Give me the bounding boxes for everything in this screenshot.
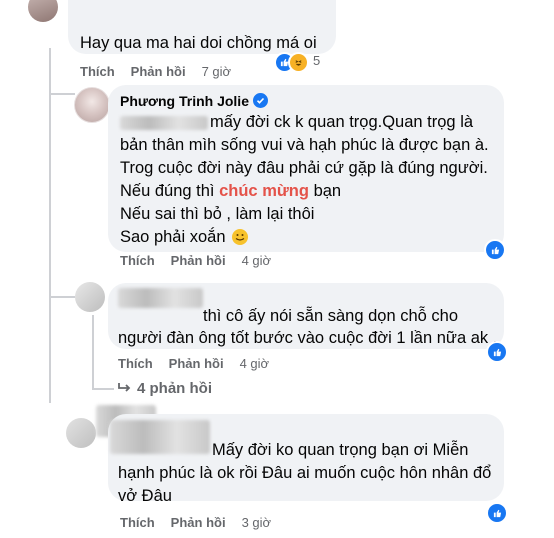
thread-connector bbox=[92, 388, 114, 390]
redacted-name bbox=[118, 288, 203, 308]
timestamp[interactable]: 7 giờ bbox=[202, 64, 232, 79]
reply-button[interactable]: Phản hồi bbox=[171, 515, 226, 530]
reply-line: người đàn ông tốt bước vào cuộc đời 1 lầ… bbox=[118, 329, 498, 347]
thread-line bbox=[49, 48, 51, 403]
reply-button[interactable]: Phản hồi bbox=[171, 253, 226, 268]
reply-line: mấy đời ck k quan trọg.Quan trọg là bbox=[210, 113, 474, 131]
thread-connector bbox=[49, 296, 75, 298]
like-reaction-icon[interactable] bbox=[486, 341, 508, 363]
comment-line: Mấy đời ko quan trọng bạn ơi Miễn bbox=[212, 441, 469, 459]
timestamp[interactable]: 4 giờ bbox=[240, 356, 270, 371]
comment-actions: Thích Phản hồi 3 giờ bbox=[120, 515, 287, 530]
reply-line: thì cô ấy nói sẵn sàng dọn chỗ cho bbox=[203, 307, 459, 325]
like-button[interactable]: Thích bbox=[80, 64, 115, 79]
grin-emoji-icon bbox=[232, 229, 249, 245]
reaction-count: 5 bbox=[313, 53, 321, 68]
view-more-replies-link[interactable]: 4 phản hồi bbox=[118, 380, 212, 397]
timestamp[interactable]: 3 giờ bbox=[242, 515, 272, 530]
reply-button[interactable]: Phản hồi bbox=[169, 356, 224, 371]
reply-line: Nếu sai thì bỏ , làm lại thôi bbox=[120, 205, 315, 223]
reply-button[interactable]: Phản hồi bbox=[131, 64, 186, 79]
avatar[interactable] bbox=[74, 87, 110, 123]
thread-connector bbox=[49, 93, 75, 95]
like-button[interactable]: Thích bbox=[120, 515, 155, 530]
author-name[interactable]: Phương Trinh Jolie bbox=[120, 93, 268, 109]
reply-line: bản thân mìh sống vui và hạh phúc là đượ… bbox=[120, 136, 489, 154]
comment-line: vở Đâu bbox=[118, 487, 172, 505]
timestamp[interactable]: 4 giờ bbox=[242, 253, 272, 268]
verified-badge-icon bbox=[253, 93, 268, 108]
comment-actions: Thích Phản hồi 7 giờ bbox=[80, 64, 247, 79]
like-button[interactable]: Thích bbox=[118, 356, 153, 371]
comment-line: hạnh phúc là ok rồi Đâu ai muốn cuộc hôn… bbox=[118, 464, 492, 482]
reply-actions: Thích Phản hồi 4 giờ bbox=[120, 253, 287, 268]
like-button[interactable]: Thích bbox=[120, 253, 155, 268]
avatar[interactable] bbox=[66, 418, 96, 448]
redacted-name bbox=[110, 420, 210, 454]
thread-line-sub bbox=[92, 315, 94, 390]
haha-reaction-icon bbox=[288, 52, 309, 73]
highlighted-text: chúc mừng bbox=[219, 182, 309, 200]
reply-line: Sao phải xoắn bbox=[120, 226, 249, 249]
avatar[interactable] bbox=[75, 282, 105, 312]
reply-line: Trog cuộc đời này đâu phải cứ gặp là đún… bbox=[120, 159, 488, 177]
like-reaction-icon[interactable] bbox=[486, 502, 508, 524]
like-reaction-icon[interactable] bbox=[484, 239, 506, 261]
redacted-name bbox=[120, 116, 208, 130]
reply-line: Nếu đúng thì chúc mừng bạn bbox=[120, 182, 342, 200]
avatar[interactable] bbox=[28, 0, 58, 22]
reply-arrow-icon bbox=[118, 383, 131, 392]
reply-actions: Thích Phản hồi 4 giờ bbox=[118, 356, 285, 371]
